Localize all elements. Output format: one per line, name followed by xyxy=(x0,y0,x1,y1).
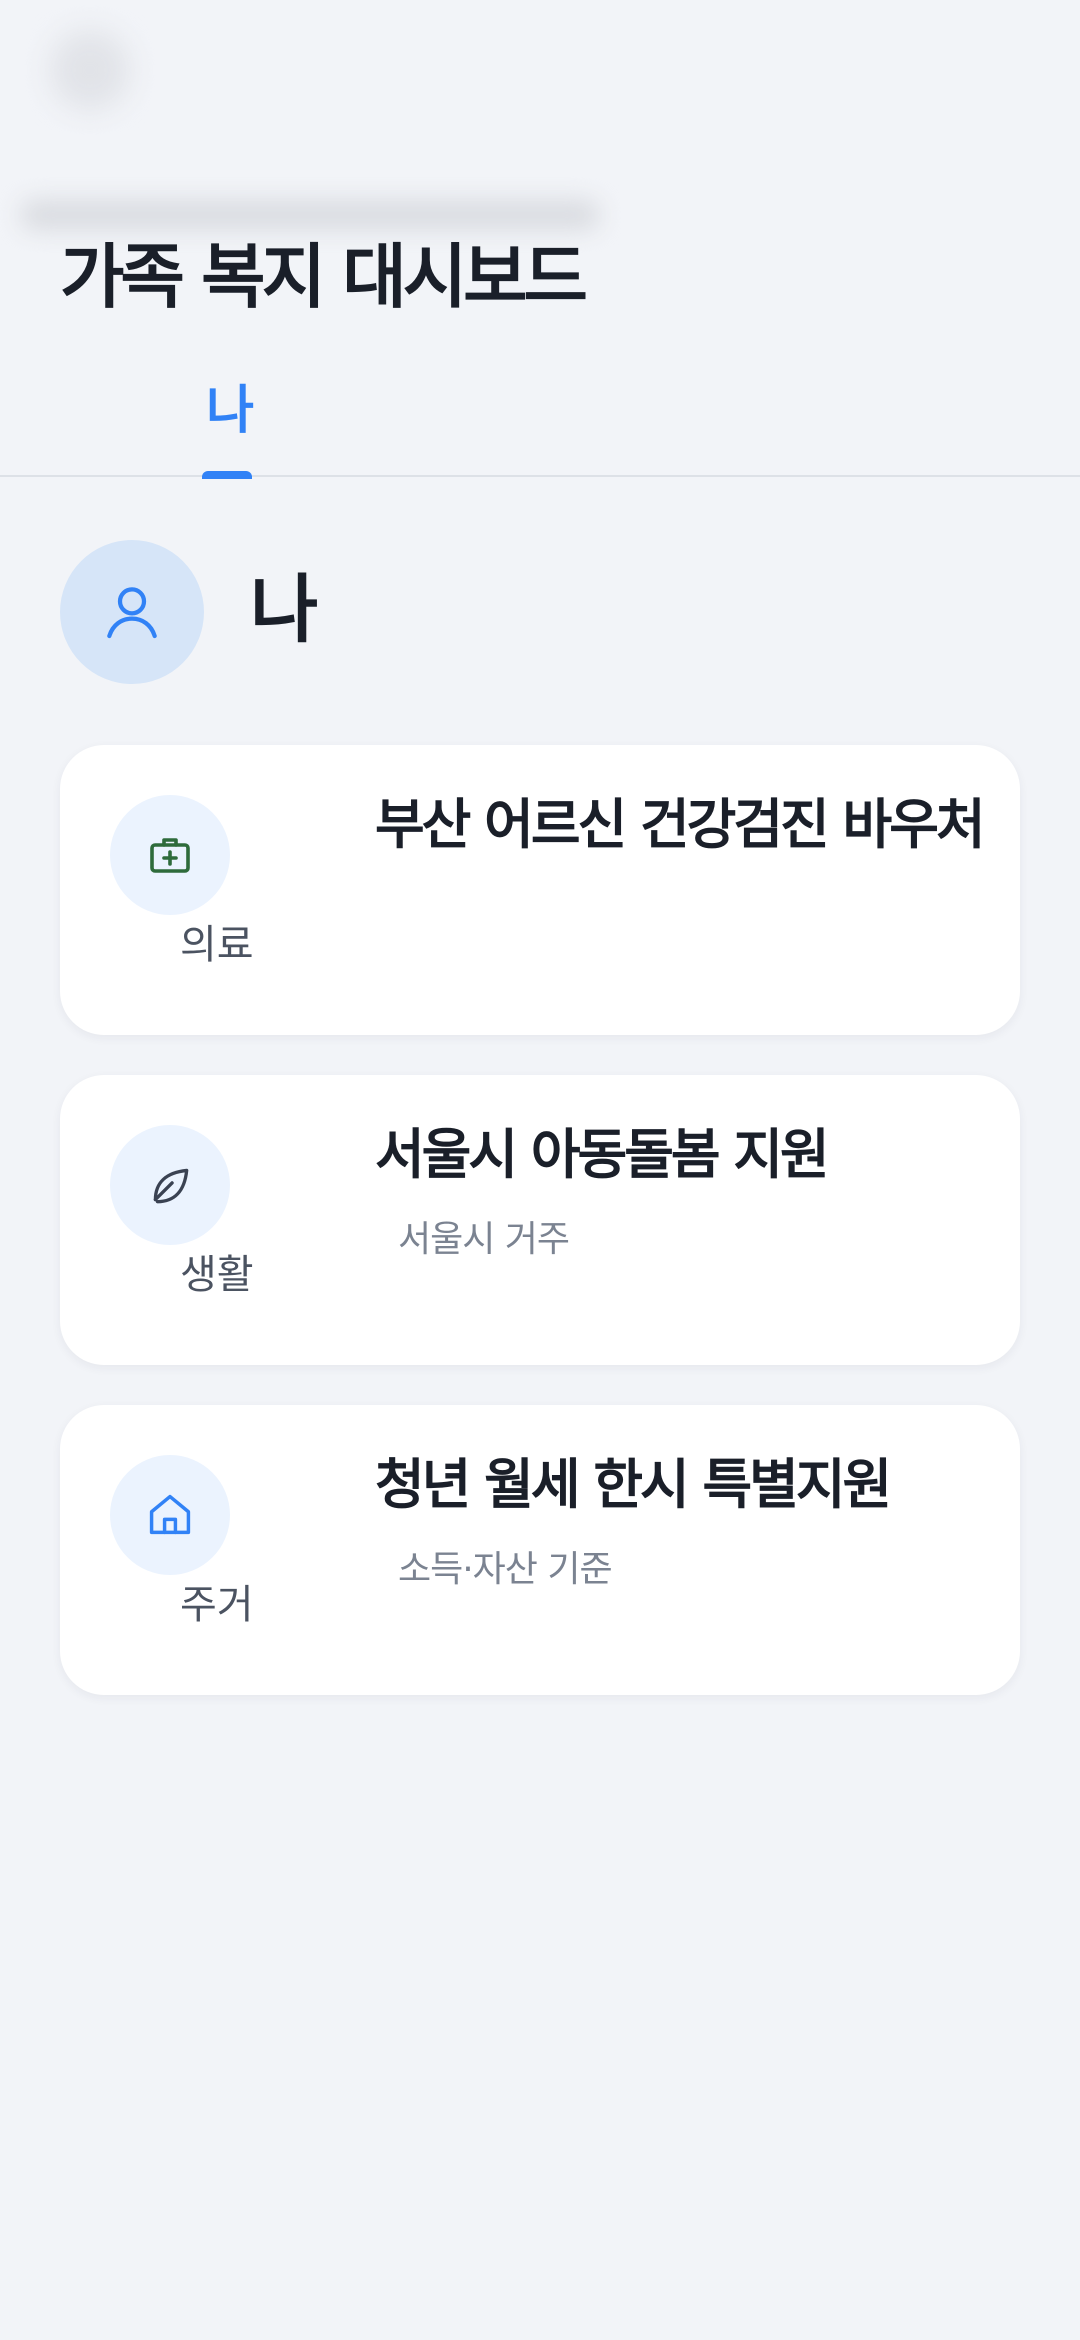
card-title: 청년 월세 한시 특별지원 xyxy=(375,1453,892,1516)
user-icon xyxy=(107,587,157,639)
card-title: 서울시 아동돌봄 지원 xyxy=(375,1123,830,1186)
card-category: 생활 xyxy=(180,1252,254,1298)
avatar xyxy=(60,540,204,684)
card-subtitle: 서울시 거주 xyxy=(398,1219,570,1260)
card-title: 부산 어르신 건강검진 바우처 xyxy=(375,793,986,856)
leaf-icon xyxy=(153,1168,189,1204)
app-header: 가족 복지 대시보드 나 xyxy=(0,0,1080,479)
benefit-card[interactable]: 의료 부산 어르신 건강검진 바우처 xyxy=(60,745,1020,1035)
card-subtitle: 소득·자산 기준 xyxy=(398,1549,613,1590)
benefit-card[interactable]: 주거 청년 월세 한시 특별지원 소득·자산 기준 xyxy=(60,1405,1020,1695)
benefit-card[interactable]: 생활 서울시 아동돌봄 지원 서울시 거주 xyxy=(60,1075,1020,1365)
tab-me[interactable]: 나 xyxy=(190,360,270,479)
tab-label: 나 xyxy=(206,381,254,441)
category-icon-container xyxy=(110,795,230,915)
card-category: 주거 xyxy=(180,1582,254,1628)
page-title: 가족 복지 대시보드 xyxy=(60,236,588,318)
category-icon-container xyxy=(110,1125,230,1245)
profile-name: 나 xyxy=(250,567,319,653)
home-icon xyxy=(149,1494,191,1535)
category-icon-container xyxy=(110,1455,230,1575)
card-category: 의료 xyxy=(180,922,254,968)
medical-kit-icon xyxy=(150,838,190,873)
active-tab-indicator xyxy=(202,471,252,479)
